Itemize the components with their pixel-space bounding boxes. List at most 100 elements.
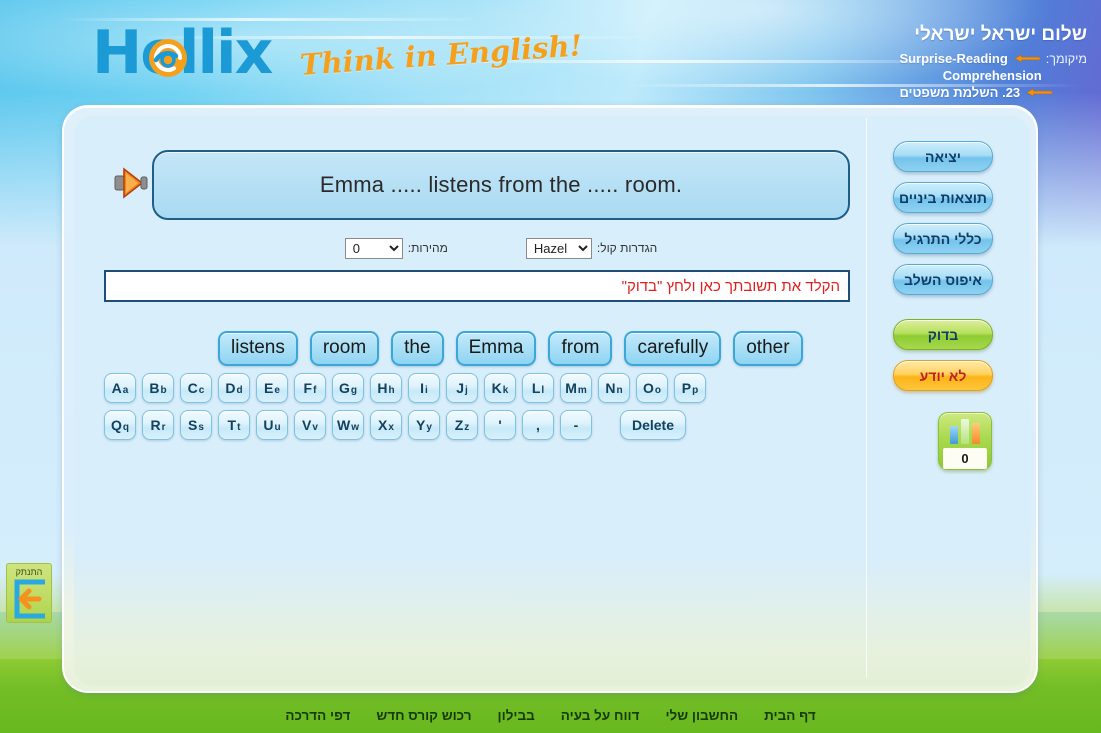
key--[interactable]: -: [560, 410, 592, 440]
key-b[interactable]: Bb: [142, 373, 174, 403]
play-audio-button[interactable]: [112, 161, 150, 205]
key-lower: l: [541, 385, 545, 396]
word-bank: listens room the Emma from carefully other: [104, 331, 850, 366]
key-lower: t: [237, 422, 241, 433]
location-value-3: 23. השלמת משפטים: [899, 85, 1021, 100]
word-bank-item[interactable]: Emma: [455, 331, 537, 366]
key-upper: T: [227, 417, 237, 433]
key-u[interactable]: Uu: [256, 410, 288, 440]
location-row: מיקומך: Surprise-Reading: [899, 50, 1087, 67]
keyboard-row-2: Qq Rr Ss Tt Uu Vv Ww Xx Yy Zz ', - Delete: [104, 410, 686, 440]
key-h[interactable]: Hh: [370, 373, 402, 403]
word-bank-item[interactable]: from: [548, 331, 613, 366]
key-a[interactable]: Aa: [104, 373, 136, 403]
key-upper: E: [264, 380, 274, 396]
key-upper: W: [337, 417, 351, 433]
footer-link-1[interactable]: החשבון שלי: [665, 708, 738, 723]
location-breadcrumb: מיקומך: Surprise-Reading Comprehension 2…: [899, 50, 1087, 101]
key-e[interactable]: Ee: [256, 373, 288, 403]
bar-chart-icon: [943, 418, 987, 444]
key-lower: n: [616, 385, 623, 396]
key-x[interactable]: Xx: [370, 410, 402, 440]
key-lower: u: [274, 422, 281, 433]
word-bank-item[interactable]: carefully: [624, 331, 722, 366]
key-p[interactable]: Pp: [674, 373, 706, 403]
key-upper: B: [149, 380, 160, 396]
footer-link-0[interactable]: דף הבית: [764, 708, 816, 723]
site-logo[interactable]: Hellix: [92, 22, 273, 84]
key-upper: M: [565, 380, 577, 396]
key-upper: Z: [454, 417, 464, 433]
key-y[interactable]: Yy: [408, 410, 440, 440]
speed-select[interactable]: 0: [344, 237, 403, 259]
footer-link-3[interactable]: בבילון: [498, 708, 535, 723]
word-bank-item[interactable]: the: [391, 331, 444, 366]
sidebar-button-0[interactable]: יציאה: [893, 141, 993, 172]
key-,[interactable]: ,: [522, 410, 554, 440]
sidebar-button-4[interactable]: בדוק: [893, 319, 993, 350]
key-lower: k: [502, 385, 509, 396]
score-widget[interactable]: 0: [938, 412, 992, 470]
key-l[interactable]: Ll: [522, 373, 554, 403]
sidebar-button-3[interactable]: איפוס השלב: [893, 264, 993, 295]
key-lower: d: [236, 385, 243, 396]
left-arrow-marker-icon: [1026, 88, 1053, 97]
key-n[interactable]: Nn: [598, 373, 630, 403]
sidebar-button-2[interactable]: כללי התרגיל: [893, 223, 993, 254]
logo-swirl-icon: [149, 39, 187, 77]
score-value: 0: [943, 448, 987, 469]
key-lower: i: [425, 385, 428, 396]
key-o[interactable]: Oo: [636, 373, 668, 403]
key-m[interactable]: Mm: [560, 373, 592, 403]
key-lower: y: [426, 422, 432, 433]
key-lower: j: [465, 385, 468, 396]
key-upper: L: [531, 380, 541, 396]
key-g[interactable]: Gg: [332, 373, 364, 403]
footer-link-5[interactable]: דפי הדרכה: [285, 708, 350, 723]
word-bank-item[interactable]: other: [733, 331, 803, 366]
key-lower: x: [388, 422, 394, 433]
key-lower: f: [313, 385, 317, 396]
key-c[interactable]: Cc: [180, 373, 212, 403]
key-lower: a: [122, 385, 129, 396]
voice-setting-group: הגדרות קול: Hazel: [525, 237, 657, 259]
delete-key[interactable]: Delete: [620, 410, 686, 440]
key-j[interactable]: Jj: [446, 373, 478, 403]
key-r[interactable]: Rr: [142, 410, 174, 440]
app-root: Hellix Think in English! שלום ישראל ישרא…: [0, 0, 1101, 733]
key-'[interactable]: ': [484, 410, 516, 440]
key-w[interactable]: Ww: [332, 410, 364, 440]
key-z[interactable]: Zz: [446, 410, 478, 440]
location-value-1: Surprise-Reading: [899, 51, 1008, 66]
key-upper: A: [111, 380, 122, 396]
sidebar-button-5[interactable]: לא יודע: [893, 360, 993, 391]
voice-select[interactable]: Hazel: [525, 237, 592, 259]
word-bank-item[interactable]: listens: [218, 331, 298, 366]
key-upper: V: [302, 417, 312, 433]
location-value-2: Comprehension: [942, 68, 1042, 83]
logout-label: התנתק: [15, 567, 43, 577]
key-lower: z: [464, 422, 470, 433]
sentence-text: Emma ..... listens from the ..... room.: [319, 172, 683, 197]
key-upper: K: [491, 380, 502, 396]
key-t[interactable]: Tt: [218, 410, 250, 440]
speed-setting-group: מהירות: 0: [344, 237, 448, 259]
sentence-display: Emma ..... listens from the ..... room.: [152, 150, 850, 220]
logout-tab[interactable]: התנתק: [6, 563, 52, 623]
footer-link-2[interactable]: דווח על בעיה: [561, 708, 640, 723]
sidebar-button-1[interactable]: תוצאות ביניים: [893, 182, 993, 213]
key-d[interactable]: Dd: [218, 373, 250, 403]
key-i[interactable]: Ii: [408, 373, 440, 403]
key-q[interactable]: Qq: [104, 410, 136, 440]
location-row: Comprehension: [899, 67, 1087, 84]
sidebar-divider: [866, 118, 867, 678]
key-s[interactable]: Ss: [180, 410, 212, 440]
answer-input[interactable]: [104, 270, 850, 302]
key-k[interactable]: Kk: [484, 373, 516, 403]
key-upper: O: [643, 380, 654, 396]
footer-link-4[interactable]: רכוש קורס חדש: [376, 708, 471, 723]
word-bank-item[interactable]: room: [309, 331, 380, 366]
key-lower: e: [274, 385, 280, 396]
key-v[interactable]: Vv: [294, 410, 326, 440]
key-f[interactable]: Ff: [294, 373, 326, 403]
